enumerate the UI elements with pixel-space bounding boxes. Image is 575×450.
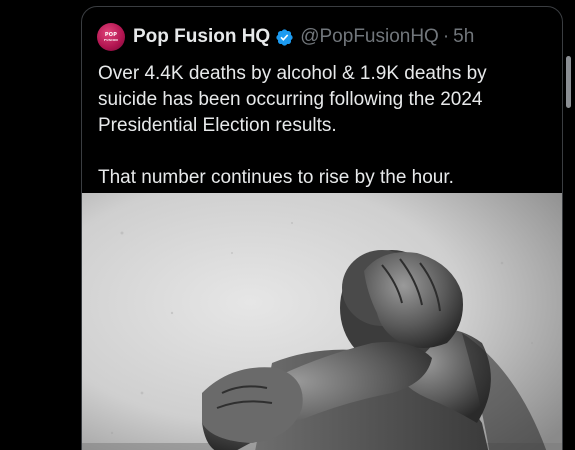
user-handle[interactable]: @PopFusionHQ <box>300 26 439 48</box>
avatar-logo-text-bottom: FUSION <box>103 37 119 42</box>
display-name[interactable]: Pop Fusion HQ <box>133 26 270 48</box>
post-text-paragraph-1: Over 4.4K deaths by alcohol & 1.9K death… <box>98 63 487 136</box>
post-timestamp[interactable]: 5h <box>453 26 474 48</box>
separator-dot: · <box>442 26 450 47</box>
quoted-post-card[interactable]: POP FUSION Pop Fusion HQ @PopFusionHQ · … <box>81 6 563 450</box>
post-text: Over 4.4K deaths by alcohol & 1.9K death… <box>98 61 548 191</box>
screen: POP FUSION Pop Fusion HQ @PopFusionHQ · … <box>0 0 575 450</box>
post-header: POP FUSION Pop Fusion HQ @PopFusionHQ · … <box>97 22 474 52</box>
scrollbar-thumb[interactable] <box>566 56 571 108</box>
post-text-paragraph-2: That number continues to rise by the hou… <box>98 167 454 188</box>
avatar[interactable]: POP FUSION <box>97 23 125 51</box>
post-media-image[interactable] <box>82 193 562 450</box>
verified-badge-icon <box>275 28 294 47</box>
